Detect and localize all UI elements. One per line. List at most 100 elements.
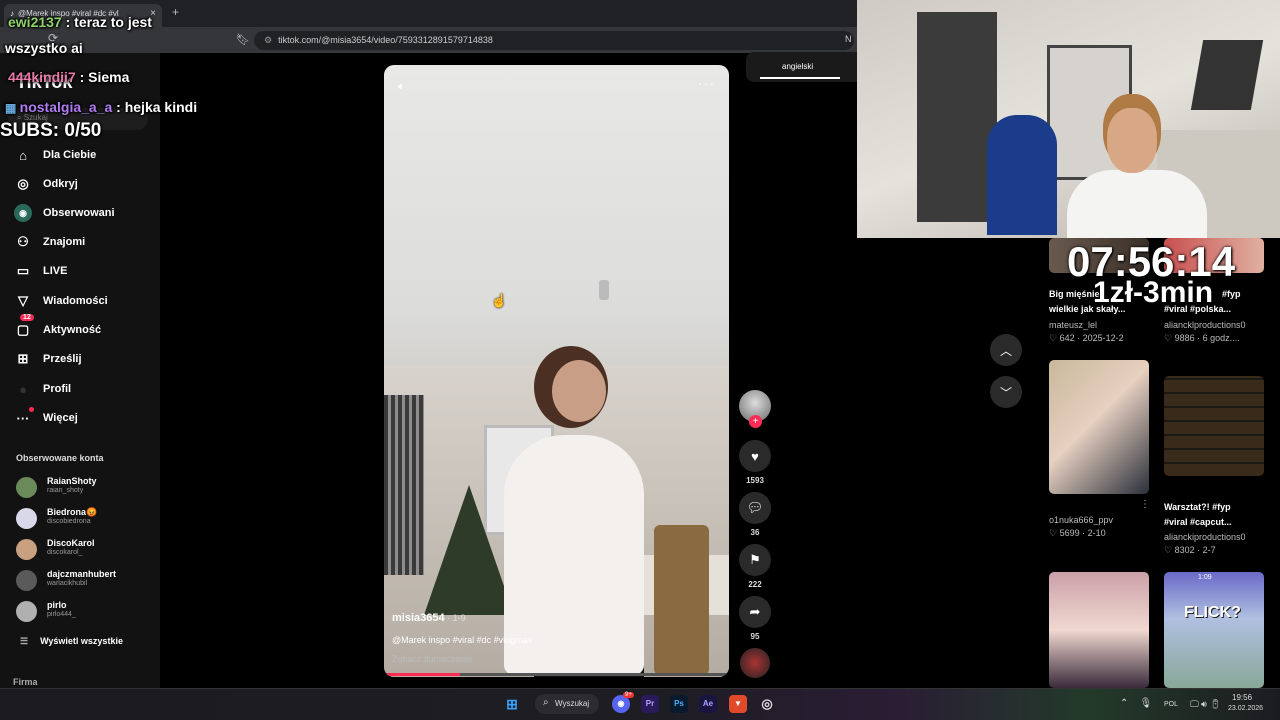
sidebar-item-więcej[interactable]: ··· Więcej: [14, 407, 78, 427]
windows-start-icon[interactable]: ⊞: [503, 695, 521, 713]
sidebar-item-wiadomości[interactable]: ▽ Wiadomości: [14, 292, 108, 310]
upload-plus-icon: ⊞: [17, 351, 29, 366]
chevron-up-icon[interactable]: ⌃: [1120, 698, 1128, 709]
bookmark-icon[interactable]: 🔖︎: [236, 33, 250, 46]
see-all-link[interactable]: ☰ Wyświetl wszystkie: [20, 636, 123, 647]
send-icon: ▽: [18, 293, 28, 308]
sidebar-item-aktywność[interactable]: ▢ 12 Aktywność: [14, 314, 102, 339]
chat-badge-icon: ▦: [5, 101, 20, 115]
followed-account[interactable]: RaianShoty raian_shoty: [16, 475, 156, 501]
url-field[interactable]: ⚙︎ tiktok.com/@misia3654/video/7593312891…: [254, 31, 854, 50]
grid-title[interactable]: Big mięśnie: [1049, 289, 1100, 299]
avatar: [16, 539, 37, 560]
followed-account[interactable]: pirlo pirlo444_: [16, 599, 156, 625]
share-button[interactable]: ➦ 95: [739, 596, 771, 641]
translate-link[interactable]: Zobacz tłumaczenie: [392, 654, 472, 664]
compass-icon: ◎: [17, 176, 29, 191]
sidebar-item-obserwowani[interactable]: ◉ Obserwowani: [14, 204, 115, 222]
friends-icon: ⚇: [17, 234, 29, 249]
chat-text: : Siema: [75, 69, 130, 85]
more-options-icon[interactable]: ⋮: [1140, 499, 1150, 510]
chat-text: : hejka kindi: [112, 99, 198, 115]
sidebar-item-label: Aktywność: [43, 324, 102, 336]
photoshop-icon[interactable]: Ps: [670, 695, 688, 713]
sidebar-item-prześlij[interactable]: ⊞ Prześlij: [14, 350, 82, 368]
video-progress-fill: [384, 673, 460, 676]
sidebar-item-label: Obserwowani: [43, 207, 115, 219]
chat-text: wszystko ai: [5, 40, 83, 56]
obs-icon[interactable]: ◎: [758, 695, 776, 713]
save-button[interactable]: ⚑ 222: [739, 544, 771, 589]
notification-badge: 12: [20, 314, 34, 321]
music-disc-avatar[interactable]: [740, 648, 770, 678]
footer-company-link[interactable]: Firma: [13, 677, 38, 687]
site-info-icon[interactable]: ⚙︎: [264, 35, 272, 45]
video-blinds: [384, 395, 424, 575]
brave-browser-icon[interactable]: ▼: [729, 695, 747, 713]
comment-button[interactable]: 💬︎ 36: [739, 492, 771, 537]
video-chair: [654, 525, 709, 675]
grid-user[interactable]: mateusz_lel: [1049, 320, 1097, 330]
taskbar: [0, 688, 1280, 720]
followed-account[interactable]: dajczmanhubert warlacikhubil: [16, 568, 156, 594]
grid-thumbnail-6[interactable]: 1:09 FLICK?: [1164, 572, 1264, 688]
previous-video-button[interactable]: ︿: [990, 334, 1022, 366]
microphone-icon[interactable]: 🎙︎: [1140, 698, 1153, 709]
account-name: pirlo: [47, 600, 67, 610]
grid-thumbnail-5[interactable]: [1049, 572, 1149, 688]
next-video-button[interactable]: ﹀: [990, 376, 1022, 408]
grid-stats: ♡ 642 · 2025-12-2: [1049, 333, 1124, 343]
avatar: [16, 508, 37, 529]
sidebar-item-dla-ciebie[interactable]: ⌂ Dla Ciebie: [14, 146, 96, 164]
sidebar-item-label: Profil: [43, 383, 72, 395]
following-avatar-icon: ◉: [14, 204, 32, 222]
system-tray[interactable]: ⌃ 🎙︎: [1120, 698, 1152, 709]
sidebar-item-label: Więcej: [43, 412, 78, 424]
grid-thumb-time: 1:09: [1198, 574, 1212, 581]
grid-user[interactable]: aliancklproductions0: [1164, 320, 1246, 330]
video-player[interactable]: 🔈︎ ··· misia3654 · 1-9 @Marek inspo #vir…: [384, 65, 729, 677]
followed-account[interactable]: DiscoKarol discokarol_: [16, 537, 156, 563]
more-options-icon[interactable]: ···: [698, 75, 715, 91]
premiere-icon[interactable]: Pr: [641, 695, 659, 713]
followed-account[interactable]: Biedrona😡 discobiedrona: [16, 506, 156, 532]
video-caption[interactable]: @Marek inspo #viral #dc #vlogmas: [392, 635, 532, 645]
grid-thumbnail-3[interactable]: [1049, 360, 1149, 494]
clock-date[interactable]: 23.02.2026: [1228, 705, 1263, 712]
grid-title[interactable]: Warsztat?! #fyp: [1164, 502, 1231, 512]
clock-time[interactable]: 19:56: [1232, 693, 1252, 702]
mouse-cursor-icon: ☝: [491, 293, 508, 308]
follow-plus-button[interactable]: +: [749, 415, 762, 428]
account-name: RaianShoty: [47, 476, 97, 486]
grid-thumb-text: FLICK?: [1184, 604, 1241, 621]
profile-avatar-icon: ●: [19, 381, 27, 397]
sidebar-item-odkryj[interactable]: ◎ Odkryj: [14, 175, 78, 193]
grid-stats: ♡ 8302 · 2-7: [1164, 545, 1216, 555]
extension-icon[interactable]: N: [845, 34, 852, 44]
sidebar-item-znajomi[interactable]: ⚇ Znajomi: [14, 233, 85, 251]
share-arrow-icon: ➦: [739, 596, 771, 628]
after-effects-icon[interactable]: Ae: [699, 695, 717, 713]
save-count: 222: [748, 580, 762, 589]
grid-title[interactable]: #fyp: [1222, 289, 1241, 299]
sidebar-item-profil[interactable]: ● Profil: [14, 380, 71, 398]
grid-title[interactable]: #viral #capcut...: [1164, 517, 1232, 527]
grid-user[interactable]: o1nuka666_ppv: [1049, 515, 1113, 525]
video-author[interactable]: misia3654 · 1-9: [392, 612, 466, 624]
input-language[interactable]: POL: [1164, 701, 1178, 708]
chat-message: ewi2137 : teraz to jest: [8, 14, 152, 30]
tab-underline: [760, 77, 840, 79]
more-dots-icon: ···: [14, 407, 34, 427]
new-tab-button[interactable]: +: [172, 5, 179, 19]
tab-language[interactable]: angielski: [782, 62, 813, 71]
like-button[interactable]: ♥ 1593: [739, 440, 771, 485]
grid-thumbnail-4[interactable]: [1164, 376, 1264, 476]
grid-user[interactable]: alianckiproductions0: [1164, 532, 1246, 542]
network-volume-icons[interactable]: 🖵 🔊︎ 🔋︎: [1190, 699, 1221, 710]
subs-counter: SUBS: 0/50: [0, 120, 102, 141]
volume-icon[interactable]: 🔈︎: [398, 79, 405, 94]
video-progress-bar[interactable]: [384, 673, 729, 676]
notification-dot: [29, 407, 34, 412]
sidebar-item-live[interactable]: ▭ LIVE: [14, 262, 68, 280]
taskbar-search[interactable]: ⌕ Wyszukaj: [535, 694, 599, 714]
